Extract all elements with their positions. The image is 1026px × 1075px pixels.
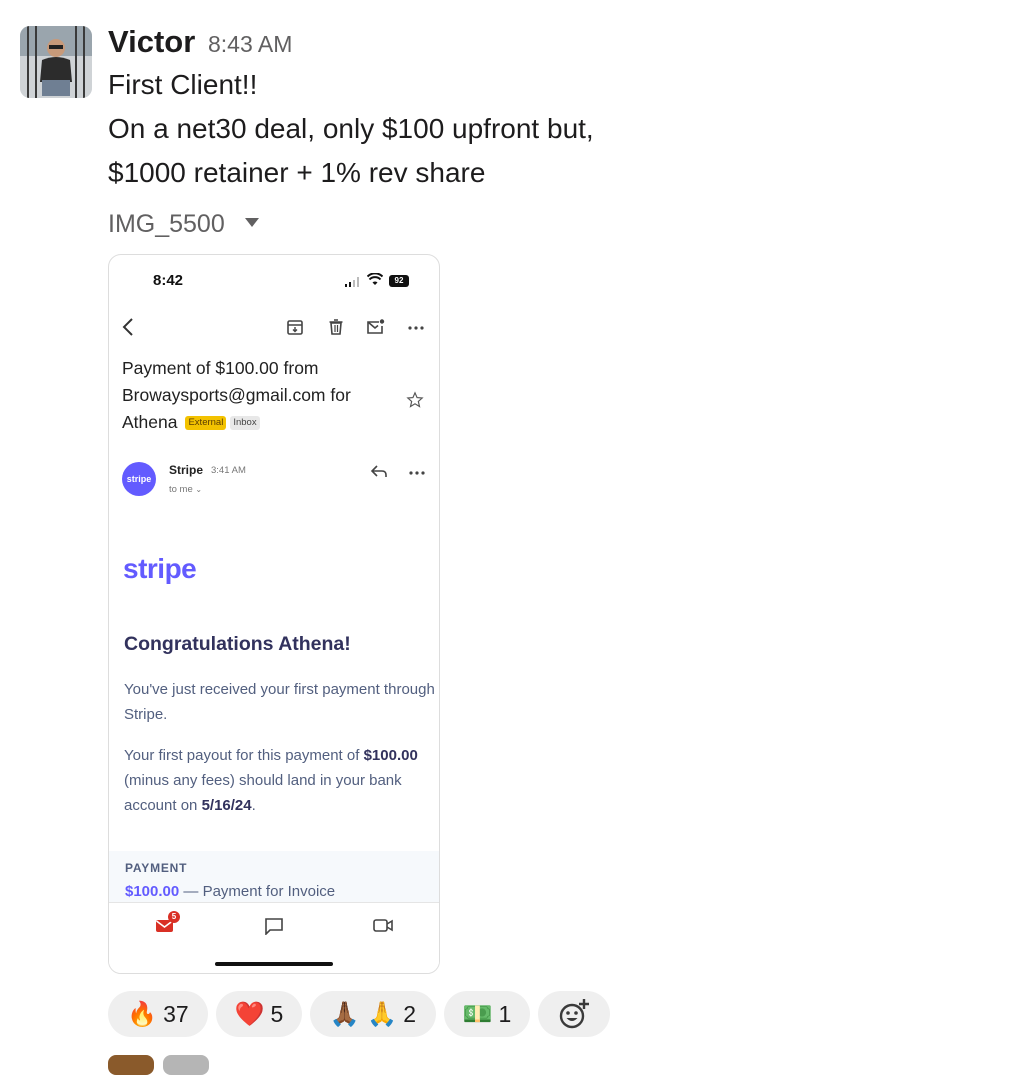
- avatar[interactable]: [108, 1055, 154, 1075]
- avatar-photo: [20, 26, 92, 98]
- payment-section: PAYMENT $100.00 — Payment for Invoice: [109, 851, 439, 903]
- reaction-count: 5: [270, 1000, 284, 1027]
- star-icon[interactable]: [406, 391, 424, 409]
- back-arrow-icon[interactable]: [121, 317, 135, 337]
- stripe-logo: stripe: [123, 553, 197, 584]
- email-paragraph: Your first payout for this payment of $1…: [124, 743, 439, 818]
- para-text: Your first payout for this payment of: [124, 747, 360, 764]
- avatar[interactable]: [163, 1055, 209, 1075]
- reaction-count: 37: [163, 1000, 189, 1027]
- mark-unread-icon[interactable]: [365, 317, 385, 337]
- payment-amount-link[interactable]: $100.00: [125, 883, 179, 900]
- mail-badge: 5: [168, 911, 180, 923]
- email-sender-name: Stripe: [169, 463, 204, 477]
- archive-icon[interactable]: [285, 317, 305, 337]
- add-reaction-icon: [559, 999, 589, 1029]
- signal-icon: [345, 277, 361, 287]
- status-time: 8:42: [153, 272, 184, 289]
- payout-date: 5/16/24: [201, 797, 252, 814]
- wifi-icon: [367, 273, 383, 285]
- email-paragraph: You've just received your first payment …: [124, 681, 435, 723]
- caret-down-icon[interactable]: [245, 218, 259, 227]
- reply-icon[interactable]: [369, 463, 389, 479]
- message-timestamp[interactable]: 8:43 AM: [208, 30, 292, 58]
- reaction-count: 1: [498, 1000, 512, 1027]
- payout-amount: $100.00: [363, 747, 418, 764]
- avatar[interactable]: [20, 26, 92, 98]
- reaction-heart[interactable]: ❤️ 5: [216, 991, 302, 1037]
- attachment-name[interactable]: IMG_5500: [108, 209, 225, 239]
- email-time: 3:41 AM: [211, 465, 246, 476]
- para-text: (minus any fees) should land in your ban…: [124, 772, 402, 814]
- reaction-fire[interactable]: 🔥 37: [108, 991, 208, 1037]
- external-label: External: [185, 416, 227, 430]
- para-text: .: [251, 797, 256, 814]
- add-reaction-button[interactable]: [538, 991, 610, 1037]
- chevron-down-icon: ⌄: [195, 485, 203, 494]
- battery-icon: 92: [389, 275, 409, 287]
- recipient-text: to me: [169, 484, 193, 495]
- dollar-banknote-icon: 💵: [462, 1000, 493, 1028]
- video-icon[interactable]: [373, 917, 395, 933]
- sender-name[interactable]: Victor: [108, 22, 195, 62]
- fire-icon: 🔥: [127, 1000, 158, 1028]
- home-indicator: [215, 962, 333, 966]
- email-subject: Payment of $100.00 from Browaysports@gma…: [122, 355, 382, 436]
- heart-icon: ❤️: [234, 1000, 265, 1028]
- more-options-icon[interactable]: [407, 463, 427, 479]
- recipient-toggle[interactable]: to me ⌄: [169, 484, 202, 495]
- payment-line: $100.00 — Payment for Invoice: [125, 883, 335, 900]
- sender-avatar: stripe: [122, 462, 156, 496]
- pray-icon: 🙏🏾 🙏: [329, 1000, 398, 1028]
- inbox-label: Inbox: [230, 416, 260, 430]
- reaction-dollar[interactable]: 💵 1: [444, 991, 530, 1037]
- payment-description: — Payment for Invoice: [183, 883, 336, 900]
- bottom-nav: 5: [109, 902, 439, 973]
- message-line: On a net30 deal, only $100 upfront but,: [108, 113, 594, 144]
- chat-icon[interactable]: [264, 917, 284, 935]
- trash-icon[interactable]: [326, 317, 346, 337]
- payment-label: PAYMENT: [125, 861, 188, 875]
- reaction-pray[interactable]: 🙏🏾 🙏 2: [310, 991, 436, 1037]
- message-line: $1000 retainer + 1% rev share: [108, 157, 486, 188]
- attached-image[interactable]: 8:42 92 Payment of $100.00 from Browaysp…: [108, 254, 440, 974]
- more-options-icon[interactable]: [406, 317, 426, 337]
- message-line: First Client!!: [108, 69, 258, 100]
- reaction-count: 2: [403, 1000, 417, 1027]
- email-heading: Congratulations Athena!: [124, 633, 351, 655]
